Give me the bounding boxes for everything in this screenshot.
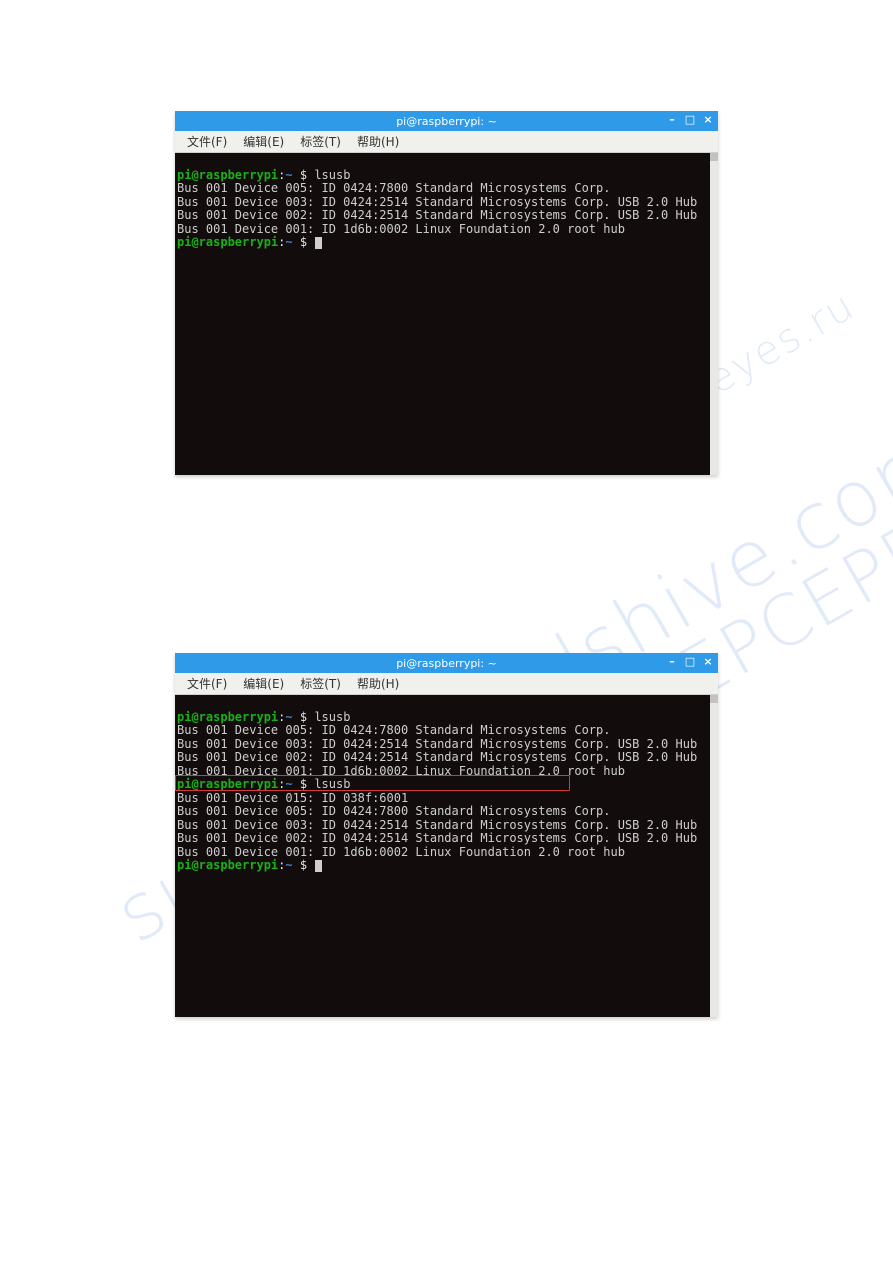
- prompt-cwd: ~: [285, 235, 292, 249]
- maximize-button[interactable]: □: [684, 655, 696, 668]
- scrollbar[interactable]: [710, 153, 718, 475]
- prompt-user-host: pi@raspberrypi: [177, 235, 278, 249]
- prompt-user-host: pi@raspberrypi: [177, 710, 278, 724]
- scrollbar-thumb[interactable]: [710, 695, 718, 703]
- terminal-output[interactable]: pi@raspberrypi:~ $ lsusb Bus 001 Device …: [175, 695, 718, 1017]
- cursor-icon: [315, 860, 322, 872]
- menu-edit[interactable]: 编辑(E): [235, 675, 292, 692]
- close-button[interactable]: ×: [702, 113, 714, 126]
- window-title: pi@raspberrypi: ~: [175, 115, 718, 128]
- menu-bar: 文件(F) 编辑(E) 标签(T) 帮助(H): [175, 131, 718, 153]
- window-title: pi@raspberrypi: ~: [175, 657, 718, 670]
- prompt-cwd: ~: [285, 777, 292, 791]
- prompt-cwd: ~: [285, 710, 292, 724]
- output-line: Bus 001 Device 003: ID 0424:2514 Standar…: [177, 195, 697, 209]
- prompt-cwd: ~: [285, 168, 292, 182]
- prompt-dollar: $: [300, 858, 307, 872]
- menu-edit[interactable]: 编辑(E): [235, 133, 292, 150]
- output-line: Bus 001 Device 001: ID 1d6b:0002 Linux F…: [177, 222, 625, 236]
- terminal-output[interactable]: pi@raspberrypi:~ $ lsusb Bus 001 Device …: [175, 153, 718, 475]
- prompt-user-host: pi@raspberrypi: [177, 858, 278, 872]
- prompt-cwd: ~: [285, 858, 292, 872]
- output-line: Bus 001 Device 003: ID 0424:2514 Standar…: [177, 737, 697, 751]
- menu-help[interactable]: 帮助(H): [349, 675, 407, 692]
- menu-help[interactable]: 帮助(H): [349, 133, 407, 150]
- prompt-dollar: $: [300, 777, 307, 791]
- prompt-dollar: $: [300, 168, 307, 182]
- output-line: Bus 001 Device 005: ID 0424:7800 Standar…: [177, 723, 610, 737]
- maximize-button[interactable]: □: [684, 113, 696, 126]
- output-line: Bus 001 Device 002: ID 0424:2514 Standar…: [177, 831, 697, 845]
- minimize-button[interactable]: –: [666, 655, 678, 668]
- output-line: Bus 001 Device 001: ID 1d6b:0002 Linux F…: [177, 764, 625, 778]
- scrollbar[interactable]: [710, 695, 718, 1017]
- output-line: Bus 001 Device 002: ID 0424:2514 Standar…: [177, 208, 697, 222]
- output-line: Bus 001 Device 005: ID 0424:7800 Standar…: [177, 181, 610, 195]
- output-line: Bus 001 Device 003: ID 0424:2514 Standar…: [177, 818, 697, 832]
- menu-tabs[interactable]: 标签(T): [292, 675, 349, 692]
- minimize-button[interactable]: –: [666, 113, 678, 126]
- menu-file[interactable]: 文件(F): [179, 675, 235, 692]
- command-lsusb: lsusb: [314, 168, 350, 182]
- menu-bar: 文件(F) 编辑(E) 标签(T) 帮助(H): [175, 673, 718, 695]
- output-line: Bus 001 Device 001: ID 1d6b:0002 Linux F…: [177, 845, 625, 859]
- prompt-user-host: pi@raspberrypi: [177, 777, 278, 791]
- prompt-dollar: $: [300, 235, 307, 249]
- output-line: Bus 001 Device 002: ID 0424:2514 Standar…: [177, 750, 697, 764]
- output-line: Bus 001 Device 005: ID 0424:7800 Standar…: [177, 804, 610, 818]
- close-button[interactable]: ×: [702, 655, 714, 668]
- menu-tabs[interactable]: 标签(T): [292, 133, 349, 150]
- window-titlebar[interactable]: pi@raspberrypi: ~ – □ ×: [175, 653, 718, 673]
- prompt-dollar: $: [300, 710, 307, 724]
- scrollbar-thumb[interactable]: [710, 153, 718, 161]
- watermark-text-3: eyes.ru: [699, 283, 863, 404]
- command-lsusb: lsusb: [314, 777, 350, 791]
- terminal-window-after: pi@raspberrypi: ~ – □ × 文件(F) 编辑(E) 标签(T…: [175, 653, 718, 1017]
- menu-file[interactable]: 文件(F): [179, 133, 235, 150]
- output-line-highlighted: Bus 001 Device 015: ID 038f:6001: [177, 791, 408, 805]
- window-titlebar[interactable]: pi@raspberrypi: ~ – □ ×: [175, 111, 718, 131]
- cursor-icon: [315, 237, 322, 249]
- terminal-window-before: pi@raspberrypi: ~ – □ × 文件(F) 编辑(E) 标签(T…: [175, 111, 718, 475]
- command-lsusb: lsusb: [314, 710, 350, 724]
- prompt-user-host: pi@raspberrypi: [177, 168, 278, 182]
